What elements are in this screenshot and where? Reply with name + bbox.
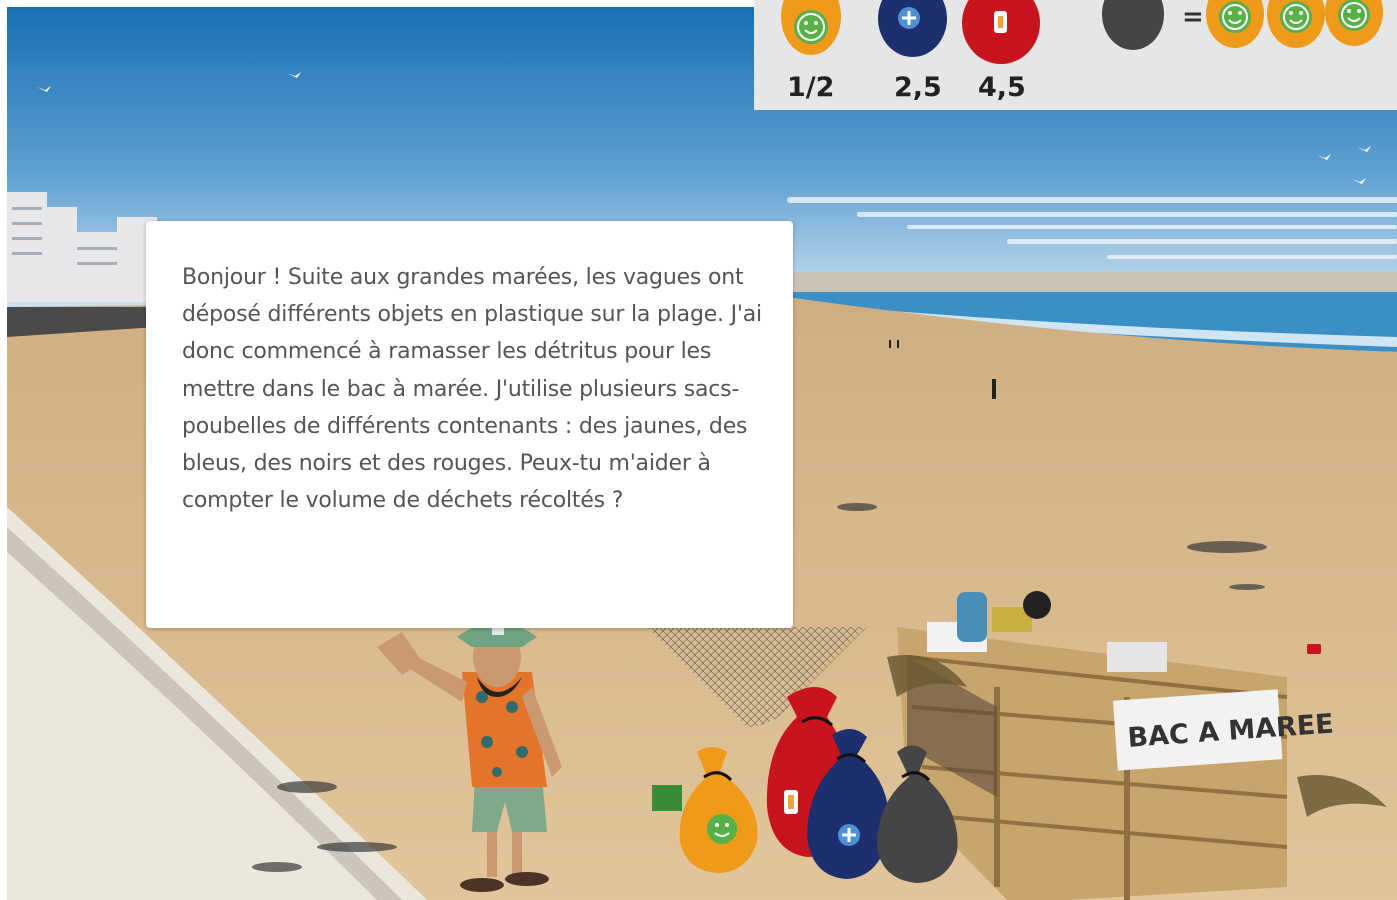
- yellow-bag-value: 1/2: [787, 72, 835, 103]
- bottle-icon: [994, 11, 1007, 33]
- dialog-box[interactable]: Bonjour ! Suite aux grandes marées, les …: [146, 221, 793, 628]
- yellow-bag-icon: [1206, 0, 1264, 48]
- blue-bag-value: 2,5: [894, 72, 942, 103]
- plus-icon: [898, 7, 920, 29]
- red-bag-icon: [962, 0, 1040, 64]
- bag-value-legend: = 1/2 2,5 4,5: [754, 0, 1397, 110]
- blue-bag-icon: [878, 0, 947, 57]
- dialog-text: Bonjour ! Suite aux grandes marées, les …: [182, 265, 762, 514]
- equals-sign: =: [1182, 2, 1204, 32]
- far-coast: [787, 272, 1397, 292]
- smiley-icon: [794, 10, 828, 44]
- black-bag-icon: [1102, 0, 1164, 50]
- yellow-bag-icon: [781, 0, 841, 55]
- yellow-bag-icon: [1267, 0, 1325, 48]
- red-bag-value: 4,5: [978, 72, 1026, 103]
- litter-can: [1307, 644, 1321, 654]
- yellow-bag-icon: [1325, 0, 1383, 46]
